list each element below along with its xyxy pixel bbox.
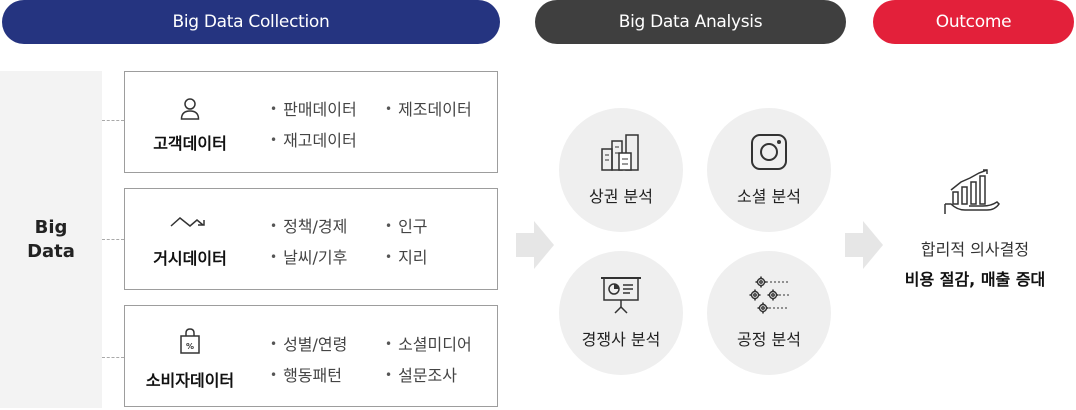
list-item: 인구: [385, 213, 427, 237]
gears-icon: [707, 275, 831, 315]
connector-line: [102, 239, 124, 240]
big-data-label-line1: Big: [34, 216, 68, 238]
source-box-macro: 거시데이터 정책/경제 인구 날씨/기후 지리: [124, 188, 498, 290]
outcome-line2: 비용 절감, 매출 증대: [904, 270, 1046, 289]
list-item: 제조데이터: [385, 96, 472, 120]
list-item: 소셜미디어: [385, 331, 472, 355]
list-item: 날씨/기후: [270, 244, 347, 268]
instagram-icon: [707, 132, 831, 172]
flow-arrow-icon: [516, 221, 554, 269]
analysis-label: 경쟁사 분석: [581, 330, 661, 349]
person-icon: [177, 96, 203, 122]
analysis-label: 소셜 분석: [737, 187, 801, 206]
list-item: 지리: [385, 244, 427, 268]
presentation-icon: [559, 275, 683, 315]
header-outcome: Outcome: [873, 0, 1074, 44]
header-big-data-analysis: Big Data Analysis: [535, 0, 846, 44]
outcome-line1: 합리적 의사결정: [920, 240, 1030, 259]
big-data-panel: Big Data: [0, 71, 102, 408]
list-item: 재고데이터: [270, 127, 357, 151]
source-title: 소비자데이터: [145, 371, 235, 390]
connector-line: [102, 357, 124, 358]
source-box-consumer: % 소비자데이터 성별/연령 소셜미디어 행동패턴 설문조사: [124, 305, 498, 407]
source-box-customer: 고객데이터 판매데이터 제조데이터 재고데이터: [124, 71, 498, 173]
analysis-process: 공정 분석: [707, 251, 831, 375]
trend-icon: [170, 209, 210, 235]
list-item: 설문조사: [385, 362, 457, 386]
source-title: 거시데이터: [153, 249, 227, 268]
list-item: 정책/경제: [270, 213, 347, 237]
analysis-label: 상권 분석: [589, 187, 653, 206]
list-item: 판매데이터: [270, 96, 357, 120]
analysis-competitor: 경쟁사 분석: [559, 251, 683, 375]
svg-text:%: %: [186, 342, 194, 351]
growth-chart-hand-icon: [944, 169, 1000, 214]
source-title: 고객데이터: [153, 134, 227, 153]
big-data-label-line2: Data: [27, 240, 75, 262]
shopping-bag-icon: %: [177, 328, 203, 354]
analysis-social: 소셜 분석: [707, 108, 831, 232]
list-item: 성별/연령: [270, 331, 347, 355]
analysis-commercial-district: 상권 분석: [559, 108, 683, 232]
connector-line: [102, 120, 124, 121]
analysis-label: 공정 분석: [737, 330, 801, 349]
list-item: 행동패턴: [270, 362, 342, 386]
header-big-data-collection: Big Data Collection: [2, 0, 500, 44]
buildings-icon: [559, 132, 683, 172]
flow-arrow-icon: [845, 221, 883, 269]
